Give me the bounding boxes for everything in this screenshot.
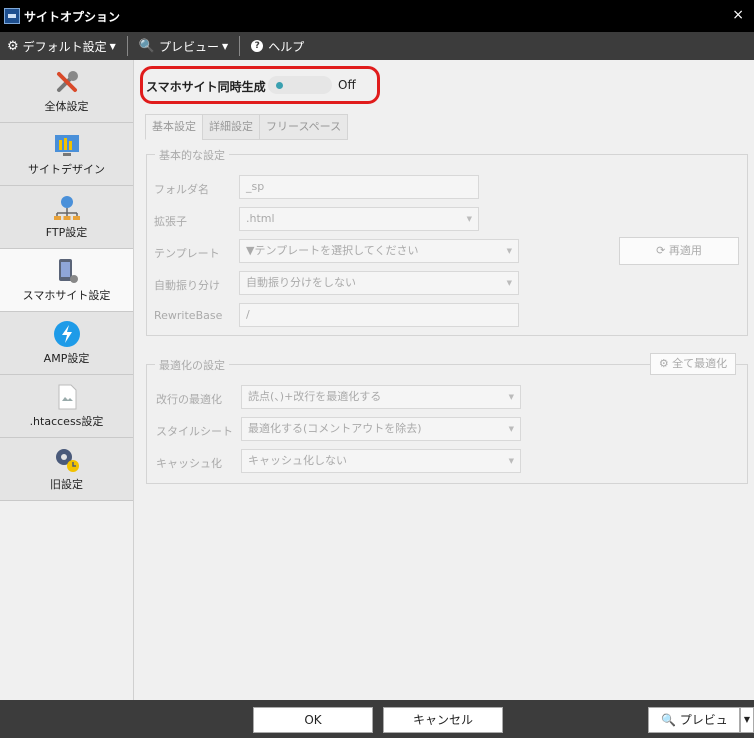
cancel-button[interactable]: キャンセル — [383, 707, 503, 733]
chevron-down-icon: ▼ — [506, 279, 512, 287]
extension-label: 拡張子 — [154, 215, 187, 228]
rewrite-base-input[interactable]: / — [239, 303, 519, 327]
chevron-down-icon: ▼ — [508, 425, 514, 433]
stylesheet-value: 最適化する(コメントアウトを除去) — [248, 422, 422, 435]
sidebar-item-htaccess[interactable]: .htaccess設定 — [0, 375, 133, 438]
toolbar: ⚙ デフォルト設定 ▼ 🔍 プレビュー ▼ ? ヘルプ — [0, 32, 754, 60]
help-icon: ? — [251, 40, 264, 52]
sidebar-item-ftp[interactable]: FTP設定 — [0, 186, 133, 249]
smartphone-icon — [58, 259, 78, 283]
auto-distribute-value: 自動振り分けをしない — [246, 276, 356, 289]
htaccess-file-icon — [58, 384, 76, 410]
cache-value: キャッシュ化しない — [248, 454, 347, 467]
preview-doc-icon: 🔍 — [138, 38, 156, 54]
settings-tabs: 基本設定 詳細設定 フリースペース — [145, 114, 349, 140]
toolbar-divider — [126, 36, 128, 56]
refresh-icon: ⟳ — [656, 244, 669, 257]
legacy-settings-icon — [55, 449, 79, 472]
footer-preview-button[interactable]: 🔍 プレビュー — [648, 707, 740, 738]
rewrite-base-label: RewriteBase — [154, 309, 223, 322]
folder-name-label: フォルダ名 — [154, 183, 209, 196]
tab-basic[interactable]: 基本設定 — [145, 114, 203, 140]
group-title: 基本的な設定 — [155, 147, 229, 163]
optimize-all-label: 全て最適化 — [672, 357, 728, 370]
chevron-down-icon: ▼ — [508, 393, 514, 401]
sidebar-item-label: スマホサイト設定 — [22, 289, 111, 302]
sidebar-item-label: サイトデザイン — [28, 163, 105, 176]
chevron-down-icon: ▼ — [506, 247, 512, 255]
linebreak-label: 改行の最適化 — [156, 393, 222, 406]
toggle-state-label: Off — [338, 78, 356, 92]
stylesheet-select[interactable]: 最適化する(コメントアウトを除去) ▼ — [241, 417, 521, 441]
chevron-down-icon: ▼ — [109, 41, 116, 51]
template-select[interactable]: ▼テンプレートを選択してください ▼ — [239, 239, 519, 263]
sidebar-item-smartphone[interactable]: スマホサイト設定 — [0, 249, 133, 312]
tab-free-space[interactable]: フリースペース — [259, 114, 349, 140]
gear-icon: ⚙ — [7, 38, 19, 54]
tab-detail[interactable]: 詳細設定 — [202, 114, 260, 140]
footer-preview-dropdown[interactable]: ▼ — [740, 707, 754, 733]
reapply-label: 再適用 — [668, 244, 702, 257]
cache-label: キャッシュ化 — [156, 457, 222, 470]
default-settings-label: デフォルト設定 — [22, 39, 107, 54]
sidebar-item-general[interactable]: 全体設定 — [0, 60, 133, 123]
reapply-button[interactable]: ⟳ 再適用 — [619, 237, 739, 265]
preview-label: プレビュー — [159, 39, 220, 54]
optimize-all-button[interactable]: ⚙ 全て最適化 — [650, 353, 736, 375]
smartphone-sync-label: スマホサイト同時生成 — [146, 80, 266, 94]
footer-bar: OK キャンセル 🔍 プレビュー ▼ — [0, 700, 754, 738]
sidebar-item-amp[interactable]: AMP設定 — [0, 312, 133, 375]
help-button[interactable]: ? ヘルプ — [244, 32, 311, 60]
linebreak-value: 読点(、)+改行を最適化する — [248, 390, 382, 403]
window-title: サイトオプション — [24, 10, 121, 24]
sidebar-item-label: AMP設定 — [43, 352, 90, 365]
ok-button[interactable]: OK — [253, 707, 373, 733]
extension-select[interactable]: .html ▼ — [239, 207, 479, 231]
sidebar-item-site-design[interactable]: サイトデザイン — [0, 123, 133, 186]
chevron-down-icon: ▼ — [508, 457, 514, 465]
smartphone-sync-toggle[interactable] — [268, 76, 332, 94]
amp-bolt-icon — [53, 321, 80, 347]
toolbar-divider — [239, 36, 241, 56]
tools-icon — [56, 71, 78, 92]
sidebar-item-label: 旧設定 — [50, 478, 83, 491]
default-settings-button[interactable]: ⚙ デフォルト設定 ▼ — [0, 32, 123, 60]
help-label: ヘルプ — [268, 39, 305, 54]
auto-distribute-select[interactable]: 自動振り分けをしない ▼ — [239, 271, 519, 295]
network-icon — [53, 196, 80, 220]
stylesheet-label: スタイルシート — [156, 425, 233, 438]
cache-select[interactable]: キャッシュ化しない ▼ — [241, 449, 521, 473]
background-decoration — [300, 0, 640, 4]
gear-icon: ⚙ — [658, 357, 673, 370]
sidebar-item-label: 全体設定 — [44, 100, 89, 113]
chevron-down-icon: ▼ — [222, 41, 229, 51]
sidebar: 全体設定 サイトデザイン FTP設定 スマホサイト設定 AMP設定 .htacc… — [0, 60, 134, 700]
extension-value: .html — [246, 212, 275, 225]
sidebar-item-label: FTP設定 — [45, 226, 88, 239]
title-bar: サイトオプション × — [0, 0, 754, 32]
sidebar-item-legacy[interactable]: 旧設定 — [0, 438, 133, 501]
close-button[interactable]: × — [732, 7, 744, 23]
group-title: 最適化の設定 — [155, 357, 229, 373]
linebreak-select[interactable]: 読点(、)+改行を最適化する ▼ — [241, 385, 521, 409]
toggle-knob — [276, 82, 283, 89]
app-icon — [4, 8, 20, 24]
preview-doc-icon: 🔍 — [661, 713, 680, 727]
sidebar-item-label: .htaccess設定 — [29, 415, 104, 428]
template-label: テンプレート — [154, 247, 220, 260]
design-icon — [54, 135, 79, 156]
chevron-down-icon: ▼ — [466, 215, 472, 223]
chevron-down-icon: ▼ — [743, 715, 751, 724]
folder-name-input[interactable]: _sp — [239, 175, 479, 199]
auto-distribute-label: 自動振り分け — [154, 279, 220, 292]
template-value: ▼テンプレートを選択してください — [246, 244, 419, 257]
preview-button[interactable]: 🔍 プレビュー ▼ — [132, 32, 235, 60]
